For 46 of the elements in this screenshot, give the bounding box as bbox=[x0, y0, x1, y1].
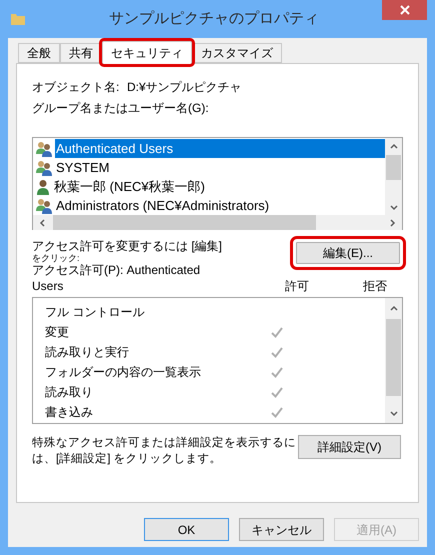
scroll-thumb[interactable] bbox=[53, 215, 316, 230]
tab[interactable]: セキュリティ bbox=[102, 41, 192, 64]
advanced-button[interactable]: 詳細設定(V) bbox=[298, 435, 401, 459]
advanced-hint-continued: は、[詳細設定] をクリックします。 bbox=[32, 452, 223, 467]
window-title: サンプルピクチャのプロパティ bbox=[108, 8, 320, 29]
dialog-button[interactable]: OK bbox=[144, 518, 229, 541]
close-icon bbox=[400, 5, 410, 15]
dialog-button[interactable]: キャンセル bbox=[239, 518, 324, 541]
permissions-label: アクセス許可(P): Authenticated bbox=[32, 263, 202, 278]
object-name-value: D:¥サンプルピクチャ bbox=[127, 79, 242, 96]
scroll-thumb[interactable] bbox=[386, 319, 401, 396]
object-name-label: オブジェクト名: bbox=[32, 79, 120, 96]
user-group-icon bbox=[35, 198, 53, 214]
edit-hint: アクセス許可を変更するには [編集] bbox=[32, 239, 222, 253]
tab[interactable]: 全般 bbox=[18, 43, 60, 63]
user-item[interactable]: Authenticated Users bbox=[55, 139, 385, 158]
scroll-up-icon[interactable] bbox=[388, 303, 398, 313]
permission-name: 読み取り bbox=[45, 384, 94, 401]
users-label: グループ名またはユーザー名(G): bbox=[32, 100, 209, 117]
tab[interactable]: 共有 bbox=[60, 43, 102, 63]
permission-name: フル コントロール bbox=[45, 304, 146, 321]
horizontal-scrollbar[interactable] bbox=[33, 215, 402, 230]
vertical-scrollbar[interactable] bbox=[385, 298, 402, 423]
scroll-right-icon[interactable] bbox=[388, 218, 398, 228]
permission-name: フォルダーの内容の一覧表示 bbox=[45, 364, 202, 381]
user-group-icon bbox=[35, 140, 53, 156]
permissions-label-continued: Users bbox=[32, 278, 64, 295]
scroll-up-icon[interactable] bbox=[388, 141, 398, 151]
advanced-hint: 特殊なアクセス許可または詳細設定を表示するに bbox=[32, 436, 296, 451]
user-item[interactable]: SYSTEM bbox=[55, 158, 385, 177]
folder-icon bbox=[10, 11, 26, 27]
permission-name: 変更 bbox=[45, 324, 70, 341]
user-icon bbox=[35, 178, 51, 194]
column-header: 拒否 bbox=[363, 278, 388, 295]
user-item[interactable]: Administrators (NEC¥Administrators) bbox=[55, 196, 385, 215]
tab[interactable]: カスタマイズ bbox=[192, 43, 282, 63]
scroll-thumb[interactable] bbox=[386, 155, 401, 180]
permission-name: 書き込み bbox=[45, 404, 94, 421]
user-group-icon bbox=[35, 160, 53, 176]
close-button[interactable] bbox=[382, 0, 427, 20]
vertical-scrollbar[interactable] bbox=[385, 138, 402, 215]
column-header: 許可 bbox=[285, 278, 310, 295]
scroll-left-icon[interactable] bbox=[37, 218, 47, 228]
edit-hint-small: をクリック: bbox=[32, 253, 80, 263]
permission-name: 読み取りと実行 bbox=[45, 344, 130, 361]
user-item[interactable]: 秋葉一郎 (NEC¥秋葉一郎) bbox=[53, 177, 385, 196]
